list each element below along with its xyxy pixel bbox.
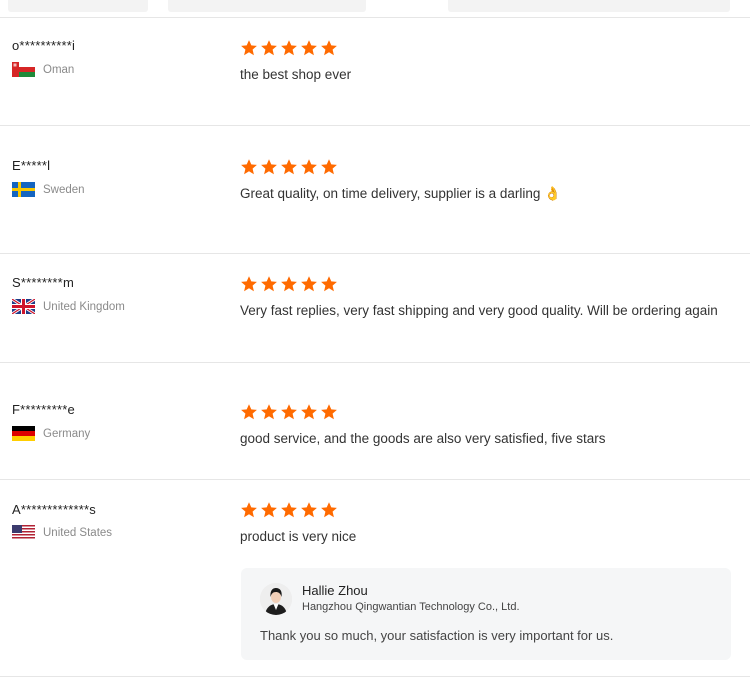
uk-flag-icon [12, 299, 35, 314]
star-rating [240, 39, 338, 57]
reviewer-name: S********m [12, 275, 74, 290]
germany-flag-icon [12, 426, 35, 441]
review-item: F*********e Germany good service, and th… [0, 363, 750, 480]
seller-avatar [260, 583, 292, 615]
star-icon [241, 404, 257, 420]
country-label: Oman [43, 63, 75, 76]
star-icon [281, 502, 297, 518]
sweden-flag-icon [12, 182, 35, 197]
star-icon [281, 159, 297, 175]
review-comment: product is very nice [240, 529, 357, 544]
star-icon [301, 502, 317, 518]
review-item: o**********i Oman the best shop ever [0, 18, 750, 126]
seller-name: Hallie Zhou [302, 583, 368, 598]
star-rating [240, 501, 338, 519]
star-icon [301, 276, 317, 292]
review-item: E*****l Sweden Great quality, on time de… [0, 126, 750, 254]
toolbar-placeholder [448, 0, 730, 12]
reviewer-country: United States [12, 525, 112, 540]
star-icon [241, 276, 257, 292]
reviewer-country: Oman [12, 62, 74, 77]
review-comment: good service, and the goods are also ver… [240, 431, 606, 446]
star-icon [281, 404, 297, 420]
star-icon [261, 404, 277, 420]
toolbar-placeholder [168, 0, 366, 12]
star-icon [301, 159, 317, 175]
star-icon [321, 276, 337, 292]
star-rating [240, 403, 338, 421]
star-icon [261, 276, 277, 292]
country-label: United States [43, 526, 113, 539]
star-icon [321, 159, 337, 175]
seller-company: Hangzhou Qingwantian Technology Co., Ltd… [302, 601, 520, 613]
reviewer-name: o**********i [12, 38, 76, 53]
reviewer-name: A*************s [12, 502, 96, 517]
review-comment: Very fast replies, very fast shipping an… [240, 303, 718, 318]
star-icon [261, 502, 277, 518]
top-toolbar-strip [0, 0, 750, 18]
star-icon [321, 40, 337, 56]
star-icon [261, 159, 277, 175]
review-comment: Great quality, on time delivery, supplie… [240, 186, 561, 201]
star-icon [301, 40, 317, 56]
star-icon [241, 159, 257, 175]
person-avatar-icon [260, 583, 292, 615]
toolbar-placeholder [8, 0, 148, 12]
usa-flag-icon [12, 525, 35, 540]
seller-reply-text: Thank you so much, your satisfaction is … [260, 628, 614, 643]
oman-flag-icon [12, 62, 35, 77]
country-label: United Kingdom [43, 300, 125, 313]
country-label: Sweden [43, 183, 85, 196]
reviewer-country: Sweden [12, 182, 85, 197]
review-comment: the best shop ever [240, 67, 352, 82]
star-icon [241, 40, 257, 56]
country-label: Germany [43, 427, 91, 440]
star-icon [301, 404, 317, 420]
reviewer-country: United Kingdom [12, 299, 125, 314]
star-icon [261, 40, 277, 56]
star-icon [281, 40, 297, 56]
reviewer-country: Germany [12, 426, 90, 441]
star-rating [240, 158, 338, 176]
star-rating [240, 275, 338, 293]
reviewer-name: E*****l [12, 158, 51, 173]
review-item: S********m United Kingdom Very fast repl… [0, 254, 750, 363]
reviewer-name: F*********e [12, 402, 75, 417]
star-icon [321, 502, 337, 518]
seller-reply: Hallie Zhou Hangzhou Qingwantian Technol… [241, 568, 731, 660]
star-icon [321, 404, 337, 420]
star-icon [241, 502, 257, 518]
star-icon [281, 276, 297, 292]
